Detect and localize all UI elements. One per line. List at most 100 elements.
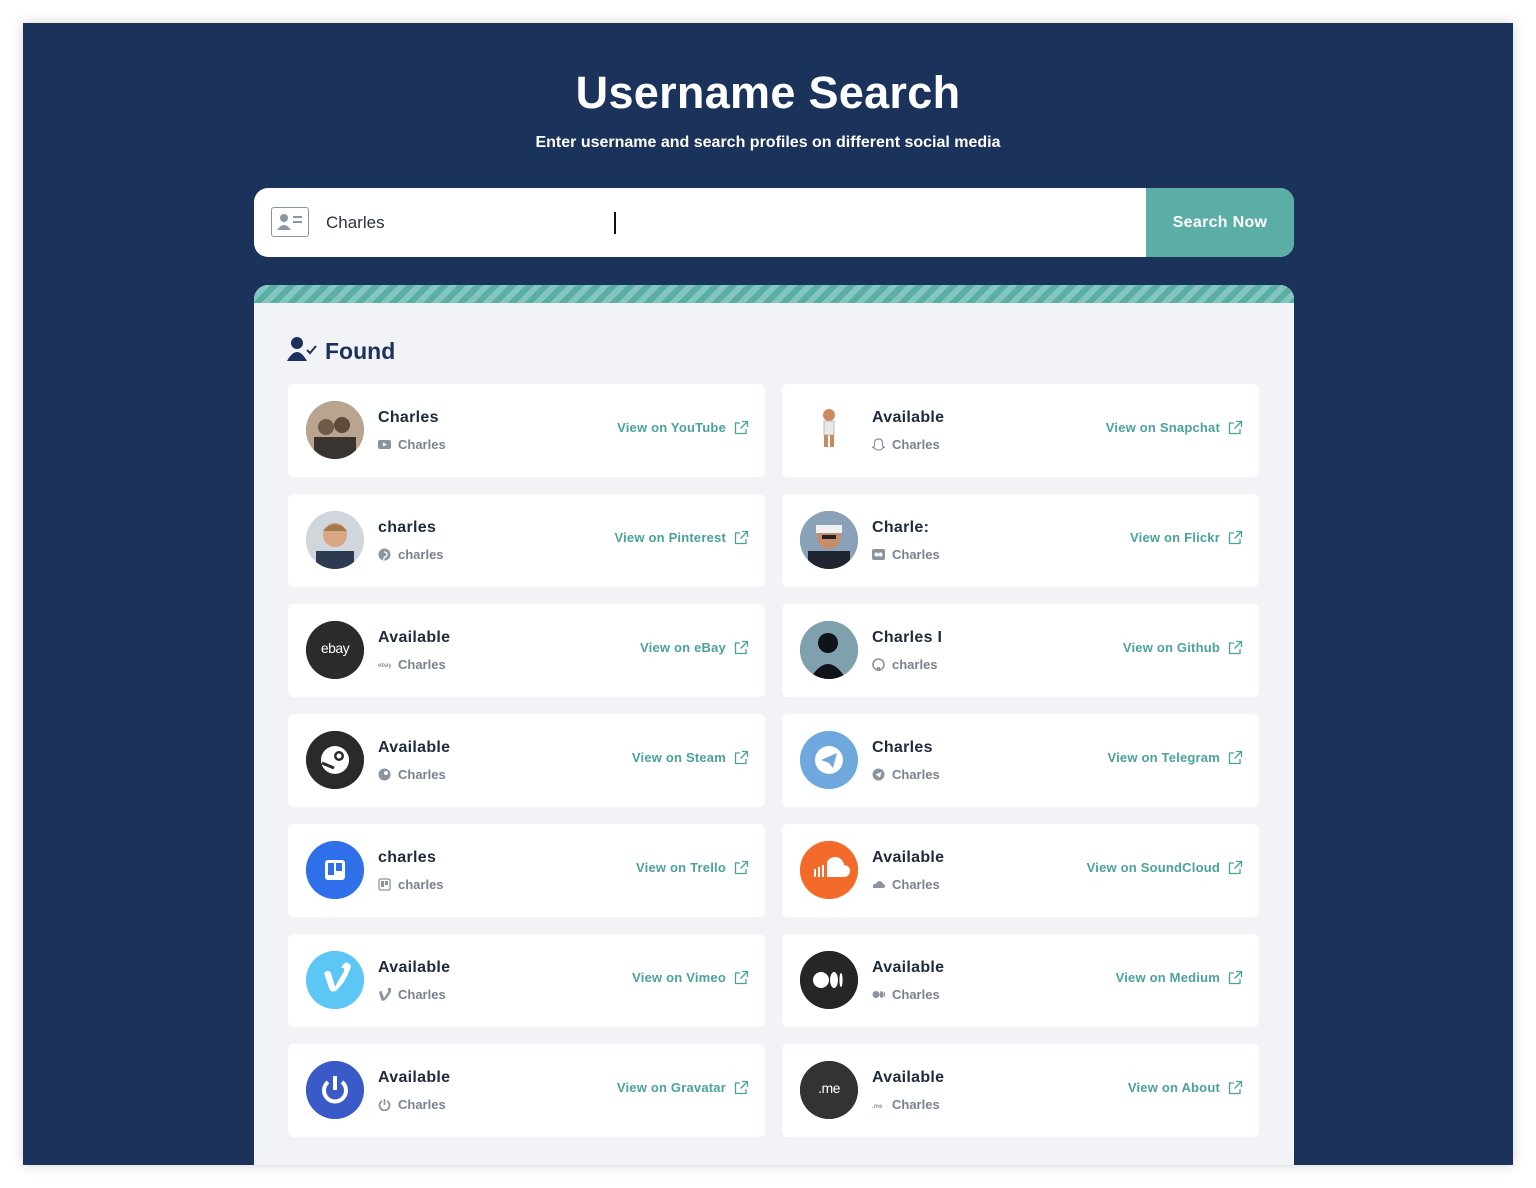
panel-stripe <box>254 285 1294 303</box>
trello-avatar <box>306 841 364 899</box>
result-username-text: Charles <box>398 657 446 672</box>
result-username: Charles <box>378 437 446 452</box>
view-profile-label: View on Vimeo <box>632 970 726 985</box>
pinterest-avatar <box>306 511 364 569</box>
view-profile-link[interactable]: View on Vimeo <box>632 970 749 985</box>
external-link-icon <box>734 420 749 435</box>
external-link-icon <box>734 860 749 875</box>
view-profile-link[interactable]: View on Steam <box>632 750 749 765</box>
result-name: charles <box>378 519 437 536</box>
result-name: Available <box>872 1069 945 1086</box>
result-name: Charles <box>378 409 439 426</box>
external-link-icon <box>734 970 749 985</box>
ebay-icon: ebay <box>320 640 350 656</box>
view-profile-label: View on SoundCloud <box>1086 860 1220 875</box>
view-profile-label: View on Steam <box>631 750 726 765</box>
result-username-text: Charles <box>398 1097 446 1112</box>
text-caret <box>614 212 616 234</box>
result-name: Available <box>378 959 451 976</box>
result-username-text: Charles <box>892 437 940 452</box>
view-profile-label: View on Medium <box>1115 970 1220 985</box>
view-profile-label: View on Telegram <box>1107 750 1220 765</box>
result-username: charles <box>378 877 444 892</box>
page-title: Username Search <box>575 67 961 118</box>
view-profile-label: View on YouTube <box>617 420 726 435</box>
result-username-text: Charles <box>398 437 446 452</box>
youtube-icon <box>306 401 364 459</box>
result-username: charles <box>378 547 444 562</box>
result-username-text: Charles <box>892 547 940 562</box>
user-check-icon <box>287 336 319 367</box>
result-name: Charles I <box>872 629 943 646</box>
result-card: .me Available .me Charles View on About <box>782 1044 1259 1137</box>
view-profile-link[interactable]: View on Telegram <box>1107 750 1243 765</box>
result-username: Charles <box>872 877 940 892</box>
result-card: Available Charles View on Steam <box>288 714 765 807</box>
result-card: Available Charles View on Snapchat <box>782 384 1259 477</box>
id-card-icon <box>271 207 309 237</box>
result-card: Charles Charles View on Telegram <box>782 714 1259 807</box>
result-username-text: Charles <box>398 987 446 1002</box>
view-profile-link[interactable]: View on About <box>1128 1080 1243 1095</box>
result-username: .me Charles <box>872 1097 940 1112</box>
result-card: Available Charles View on SoundCloud <box>782 824 1259 917</box>
result-username: Charles <box>872 547 940 562</box>
external-link-icon <box>1228 860 1243 875</box>
trello-icon <box>306 841 364 899</box>
result-username: ebay Charles <box>378 657 446 672</box>
external-link-icon <box>734 530 749 545</box>
result-username-text: Charles <box>892 877 940 892</box>
result-username-text: Charles <box>892 987 940 1002</box>
view-profile-link[interactable]: View on Gravatar <box>617 1080 749 1095</box>
external-link-icon <box>1228 750 1243 765</box>
view-profile-label: View on About <box>1127 1080 1220 1095</box>
found-heading: Found <box>287 335 395 367</box>
trello-mini-icon <box>378 878 391 891</box>
result-name: Available <box>378 739 451 756</box>
ebay-mini-icon: ebay <box>378 663 391 669</box>
vimeo-avatar <box>306 951 364 1009</box>
telegram-mini-icon <box>872 768 885 781</box>
result-card: Available Charles View on Gravatar <box>288 1044 765 1137</box>
view-profile-link[interactable]: View on SoundCloud <box>1087 860 1243 875</box>
steam-avatar <box>306 731 364 789</box>
svg-text:.me: .me <box>872 1104 883 1110</box>
result-name: Charle: <box>872 519 930 536</box>
gravatar-icon <box>306 1061 364 1119</box>
view-profile-link[interactable]: View on Github <box>1123 640 1243 655</box>
app-window: Username Search Enter username and searc… <box>23 23 1513 1165</box>
view-profile-link[interactable]: View on YouTube <box>617 420 749 435</box>
result-card: Available Charles View on Vimeo <box>288 934 765 1027</box>
youtube-avatar <box>306 401 364 459</box>
snapchat-mini-icon <box>872 438 885 451</box>
result-card: ebay Available ebay Charles View on eBay <box>288 604 765 697</box>
result-name: Available <box>872 849 945 866</box>
about-me-icon: .me <box>818 1080 840 1096</box>
result-card: charles charles View on Trello <box>288 824 765 917</box>
pinterest-mini-icon <box>378 548 391 561</box>
page-subtitle: Enter username and search profiles on di… <box>535 134 1001 151</box>
external-link-icon <box>734 640 749 655</box>
view-profile-link[interactable]: View on Flickr <box>1130 530 1243 545</box>
view-profile-link[interactable]: View on eBay <box>640 640 749 655</box>
result-username-text: charles <box>892 657 938 672</box>
external-link-icon <box>734 750 749 765</box>
view-profile-link[interactable]: View on Medium <box>1116 970 1243 985</box>
result-card: charles charles View on Pinterest <box>288 494 765 587</box>
result-card: Charle: Charles View on Flickr <box>782 494 1259 587</box>
result-name: Available <box>378 1069 451 1086</box>
telegram-icon <box>800 731 858 789</box>
soundcloud-avatar <box>800 841 858 899</box>
ebay-avatar: ebay <box>306 621 364 679</box>
view-profile-link[interactable]: View on Trello <box>636 860 749 875</box>
view-profile-link[interactable]: View on Pinterest <box>614 530 749 545</box>
search-now-button[interactable]: Search Now <box>1146 188 1294 257</box>
result-name: Available <box>872 959 945 976</box>
about-me-mini-icon: .me <box>872 1104 883 1110</box>
result-username: Charles <box>872 437 940 452</box>
view-profile-link[interactable]: View on Snapchat <box>1106 420 1243 435</box>
flickr-mini-icon <box>872 549 885 560</box>
result-username: charles <box>872 657 938 672</box>
search-input[interactable] <box>326 188 1126 257</box>
vimeo-mini-icon <box>379 988 391 1001</box>
